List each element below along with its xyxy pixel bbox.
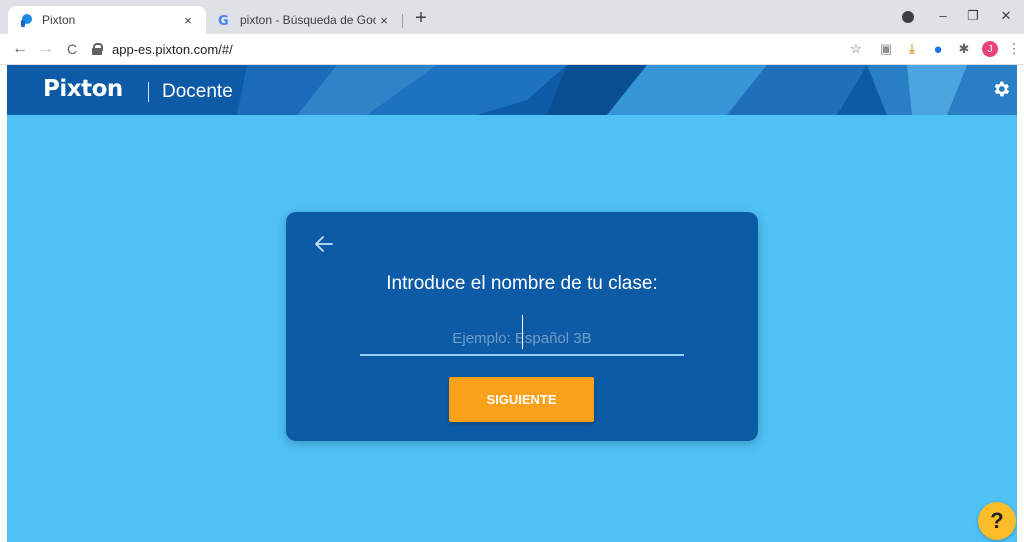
section-title: Docente	[162, 81, 233, 102]
forward-button[interactable]: →	[36, 38, 56, 60]
settings-gear-icon[interactable]	[991, 79, 1011, 99]
download-extension-icon[interactable]: ⤓	[904, 41, 920, 57]
pdf-extension-icon[interactable]: ▣	[878, 41, 894, 57]
back-button[interactable]: ←	[10, 38, 30, 60]
browser-tab-strip: Pixton × G pixton - Búsqueda de Google ×…	[0, 0, 1024, 34]
svg-text:G: G	[218, 14, 229, 28]
tab-close-icon[interactable]: ×	[180, 13, 196, 28]
help-button[interactable]: ?	[978, 502, 1016, 540]
main-content: Introduce el nombre de tu clase: SIGUIEN…	[7, 115, 1017, 542]
tab-title: pixton - Búsqueda de Google	[240, 13, 376, 27]
restore-button[interactable]: ❐	[962, 8, 984, 24]
pixton-favicon-icon	[18, 12, 34, 28]
extensions-puzzle-icon[interactable]: ✱	[956, 41, 972, 57]
browser-toolbar: ← → C app-es.pixton.com/#/ ☆ ▣ ⤓ ● ✱ J ⋮	[0, 34, 1024, 65]
tab-title: Pixton	[42, 13, 76, 27]
lock-icon	[92, 43, 103, 55]
browser-profile-icon[interactable]	[902, 11, 914, 23]
vpn-extension-icon[interactable]: ●	[930, 41, 946, 58]
header-divider	[148, 82, 149, 102]
next-button[interactable]: SIGUIENTE	[449, 377, 594, 422]
class-name-card: Introduce el nombre de tu clase: SIGUIEN…	[286, 212, 758, 441]
app-header: Pixton Docente	[7, 65, 1017, 115]
close-window-button[interactable]: ✕	[995, 8, 1017, 24]
google-favicon-icon: G	[216, 12, 232, 28]
header-geometric-background	[237, 65, 1017, 115]
reload-button[interactable]: C	[62, 38, 82, 60]
address-bar[interactable]: app-es.pixton.com/#/	[92, 37, 872, 61]
back-arrow-icon[interactable]	[312, 232, 336, 256]
bookmark-star-icon[interactable]: ☆	[848, 41, 864, 57]
tab-divider	[402, 14, 403, 28]
text-caret	[522, 315, 523, 349]
url-text: app-es.pixton.com/#/	[112, 41, 233, 57]
more-menu-icon[interactable]: ⋮	[1006, 41, 1022, 57]
pixton-logo[interactable]: Pixton	[43, 76, 123, 102]
tab-close-icon[interactable]: ×	[376, 13, 392, 28]
card-title: Introduce el nombre de tu clase:	[386, 273, 658, 294]
minimize-button[interactable]: –	[932, 8, 954, 23]
tab-pixton[interactable]: Pixton ×	[8, 6, 206, 34]
profile-avatar[interactable]: J	[982, 41, 998, 57]
tab-google-search[interactable]: G pixton - Búsqueda de Google ×	[206, 6, 402, 34]
new-tab-button[interactable]: +	[408, 6, 434, 32]
